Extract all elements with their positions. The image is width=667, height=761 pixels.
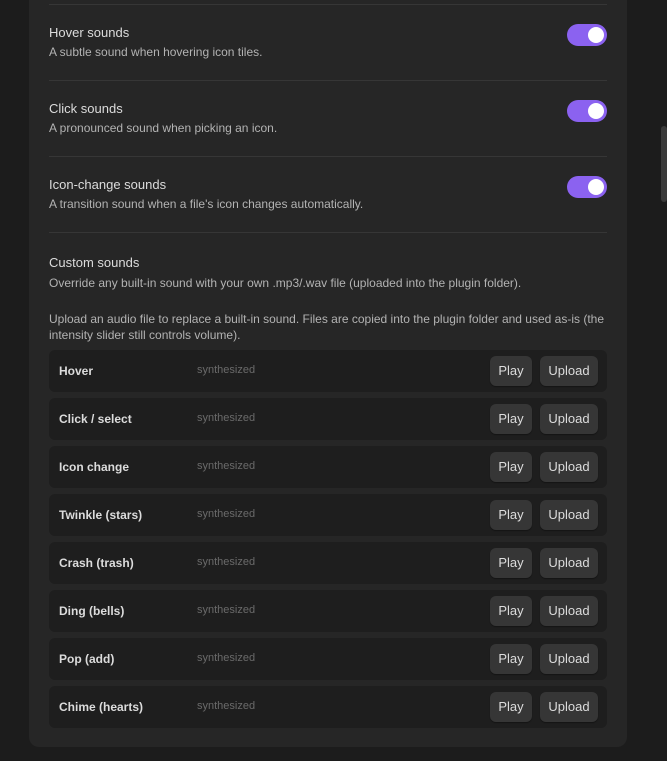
upload-button[interactable]: Upload — [540, 596, 598, 626]
sound-row-pop: Pop (add) synthesized Play Upload — [49, 638, 607, 680]
play-button[interactable]: Play — [490, 500, 532, 530]
sound-status: synthesized — [197, 652, 256, 664]
hover-sounds-toggle[interactable] — [567, 24, 607, 46]
sound-name: Twinkle (stars) — [59, 508, 143, 522]
custom-sounds-heading: Custom sounds — [49, 255, 140, 270]
play-button[interactable]: Play — [490, 356, 532, 386]
sound-row-hover: Hover synthesized Play Upload — [49, 350, 607, 392]
upload-button[interactable]: Upload — [540, 452, 598, 482]
sound-status: synthesized — [197, 460, 256, 472]
setting-description: A subtle sound when hovering icon tiles. — [49, 45, 263, 59]
click-sounds-toggle[interactable] — [567, 100, 607, 122]
sound-row-chime: Chime (hearts) synthesized Play Upload — [49, 686, 607, 728]
upload-button[interactable]: Upload — [540, 404, 598, 434]
setting-hover-sounds: Hover sounds A subtle sound when hoverin… — [49, 4, 607, 81]
toggle-knob — [588, 27, 604, 43]
setting-description: A transition sound when a file's icon ch… — [49, 197, 364, 211]
sound-name: Pop (add) — [59, 652, 115, 666]
upload-button[interactable]: Upload — [540, 548, 598, 578]
upload-button[interactable]: Upload — [540, 644, 598, 674]
upload-button[interactable]: Upload — [540, 692, 598, 722]
sound-row-crash: Crash (trash) synthesized Play Upload — [49, 542, 607, 584]
sound-status: synthesized — [197, 604, 256, 616]
sound-status: synthesized — [197, 556, 256, 568]
setting-icon-change-sounds: Icon-change sounds A transition sound wh… — [49, 156, 607, 233]
setting-title: Click sounds — [49, 101, 123, 116]
icon-change-sounds-toggle[interactable] — [567, 176, 607, 198]
sound-name: Hover — [59, 364, 94, 378]
sound-name: Ding (bells) — [59, 604, 125, 618]
sound-name: Crash (trash) — [59, 556, 134, 570]
sound-row-ding: Ding (bells) synthesized Play Upload — [49, 590, 607, 632]
sound-status: synthesized — [197, 364, 256, 376]
sound-name: Icon change — [59, 460, 130, 474]
custom-sounds-list: Hover synthesized Play Upload Click / se… — [49, 350, 607, 734]
sound-name: Chime (hearts) — [59, 700, 144, 714]
setting-title: Hover sounds — [49, 25, 130, 40]
toggle-knob — [588, 179, 604, 195]
play-button[interactable]: Play — [490, 548, 532, 578]
play-button[interactable]: Play — [490, 692, 532, 722]
upload-button[interactable]: Upload — [540, 500, 598, 530]
setting-description: A pronounced sound when picking an icon. — [49, 121, 278, 135]
sound-status: synthesized — [197, 700, 256, 712]
upload-button[interactable]: Upload — [540, 356, 598, 386]
play-button[interactable]: Play — [490, 404, 532, 434]
sound-status: synthesized — [197, 412, 256, 424]
sound-status: synthesized — [197, 508, 256, 520]
setting-title: Icon-change sounds — [49, 177, 167, 192]
custom-sounds-info: Upload an audio file to replace a built-… — [49, 312, 605, 342]
play-button[interactable]: Play — [490, 644, 532, 674]
sound-row-icon-change: Icon change synthesized Play Upload — [49, 446, 607, 488]
scrollbar-thumb[interactable] — [661, 126, 667, 202]
setting-click-sounds: Click sounds A pronounced sound when pic… — [49, 80, 607, 157]
sound-row-twinkle: Twinkle (stars) synthesized Play Upload — [49, 494, 607, 536]
toggle-knob — [588, 103, 604, 119]
play-button[interactable]: Play — [490, 596, 532, 626]
play-button[interactable]: Play — [490, 452, 532, 482]
sound-row-click-select: Click / select synthesized Play Upload — [49, 398, 607, 440]
sound-name: Click / select — [59, 412, 132, 426]
custom-sounds-description: Override any built-in sound with your ow… — [49, 276, 522, 290]
